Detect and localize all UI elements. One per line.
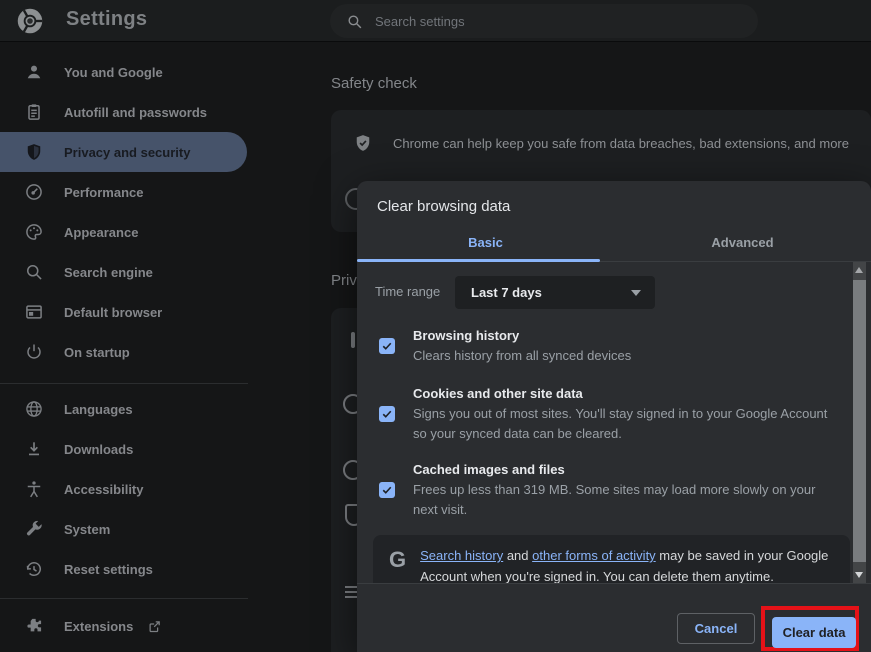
checkbox-row-cookies: Cookies and other site data Signs you ou… — [379, 384, 831, 444]
other-activity-link[interactable]: other forms of activity — [532, 548, 656, 563]
search-icon — [346, 13, 363, 30]
external-link-icon — [147, 619, 162, 634]
checkbox-row-browsing-history: Browsing history Clears history from all… — [379, 326, 831, 366]
time-range-value: Last 7 days — [471, 285, 542, 300]
sidebar-item-accessibility[interactable]: Accessibility — [0, 469, 247, 509]
scroll-up-arrow-icon[interactable] — [855, 267, 863, 273]
sidebar-item-extensions[interactable]: Extensions — [0, 606, 247, 646]
sidebar-divider — [0, 383, 248, 384]
browsing-history-checkbox[interactable] — [379, 338, 395, 354]
scroll-down-arrow-icon[interactable] — [855, 572, 863, 578]
sidebar-item-on-startup[interactable]: On startup — [0, 332, 247, 372]
chrome-settings-window: Settings You and Google Autofill and pas… — [0, 0, 871, 652]
dialog-title: Clear browsing data — [377, 198, 510, 215]
google-account-notice: G Search history and other forms of acti… — [373, 535, 850, 583]
checkbox-row-cached-images: Cached images and files Frees up less th… — [379, 460, 831, 520]
header: Settings — [0, 0, 871, 42]
dialog-footer: Cancel Clear data — [357, 583, 871, 652]
highlight-annotation: Clear data — [761, 606, 859, 651]
sidebar-item-label: Search engine — [64, 265, 153, 280]
checkbox-description: Signs you out of most sites. You'll stay… — [413, 404, 831, 444]
checkbox-description: Clears history from all synced devices — [413, 346, 831, 366]
reset-icon — [24, 559, 44, 579]
page-title: Settings — [66, 8, 147, 31]
check-icon — [381, 340, 393, 352]
sidebar-item-label: Languages — [64, 402, 133, 417]
sidebar: You and Google Autofill and passwords Pr… — [0, 42, 248, 652]
sidebar-item-label: System — [64, 522, 110, 537]
cookies-checkbox[interactable] — [379, 406, 395, 422]
notice-text: Search history and other forms of activi… — [420, 545, 836, 583]
notice-joiner: and — [503, 548, 532, 563]
safety-check-heading: Safety check — [331, 75, 417, 92]
clear-browsing-data-dialog: Clear browsing data Basic Advanced Time … — [357, 181, 871, 652]
accessibility-icon — [24, 479, 44, 499]
puzzle-icon — [24, 616, 44, 636]
time-range-row: Time range Last 7 days — [357, 276, 853, 310]
chrome-logo-icon — [16, 7, 44, 35]
sidebar-item-label: Privacy and security — [64, 145, 190, 160]
safety-check-row[interactable]: Chrome can help keep you safe from data … — [331, 122, 871, 164]
sidebar-item-system[interactable]: System — [0, 509, 247, 549]
check-icon — [381, 484, 393, 496]
sidebar-item-label: Default browser — [64, 305, 162, 320]
tab-active-underline — [357, 259, 600, 262]
sidebar-item-default-browser[interactable]: Default browser — [0, 292, 247, 332]
palette-icon — [24, 222, 44, 242]
sidebar-item-label: Extensions — [64, 619, 133, 634]
safety-check-text: Chrome can help keep you safe from data … — [393, 136, 849, 151]
download-icon — [24, 439, 44, 459]
clipboard-icon — [24, 102, 44, 122]
sidebar-item-downloads[interactable]: Downloads — [0, 429, 247, 469]
sidebar-item-label: Autofill and passwords — [64, 105, 207, 120]
sidebar-item-autofill[interactable]: Autofill and passwords — [0, 92, 247, 132]
wrench-icon — [24, 519, 44, 539]
sidebar-item-you-and-google[interactable]: You and Google — [0, 52, 247, 92]
globe-icon — [24, 399, 44, 419]
checkbox-label: Cached images and files — [413, 460, 831, 480]
cached-images-checkbox[interactable] — [379, 482, 395, 498]
dialog-tabs: Basic Advanced — [357, 228, 871, 262]
sidebar-divider — [0, 598, 248, 599]
checkbox-label: Cookies and other site data — [413, 384, 831, 404]
clear-data-button[interactable]: Clear data — [772, 617, 856, 648]
sidebar-item-label: Reset settings — [64, 562, 153, 577]
checkbox-description: Frees up less than 319 MB. Some sites ma… — [413, 480, 831, 520]
tab-basic[interactable]: Basic — [357, 228, 614, 262]
settings-search-bar — [330, 4, 758, 38]
tab-advanced[interactable]: Advanced — [614, 228, 871, 262]
search-history-link[interactable]: Search history — [420, 548, 503, 563]
sidebar-item-appearance[interactable]: Appearance — [0, 212, 247, 252]
scrollbar-thumb[interactable] — [853, 280, 866, 562]
sidebar-item-label: You and Google — [64, 65, 163, 80]
sidebar-item-languages[interactable]: Languages — [0, 389, 247, 429]
chevron-down-icon — [631, 290, 641, 296]
dialog-scrollbar[interactable] — [853, 262, 866, 583]
sidebar-item-performance[interactable]: Performance — [0, 172, 247, 212]
sidebar-item-privacy-security[interactable]: Privacy and security — [0, 132, 247, 172]
clear-browsing-data-icon — [351, 332, 355, 348]
sidebar-item-reset-settings[interactable]: Reset settings — [0, 549, 247, 589]
sidebar-item-label: Downloads — [64, 442, 133, 457]
checkbox-label: Browsing history — [413, 326, 831, 346]
speedometer-icon — [24, 182, 44, 202]
search-engine-icon — [24, 262, 44, 282]
sidebar-item-label: Accessibility — [64, 482, 144, 497]
time-range-label: Time range — [375, 284, 440, 299]
power-icon — [24, 342, 44, 362]
shield-icon — [24, 142, 44, 162]
sidebar-item-label: On startup — [64, 345, 130, 360]
search-input[interactable] — [375, 14, 705, 29]
sidebar-item-label: Performance — [64, 185, 143, 200]
time-range-select[interactable]: Last 7 days — [455, 276, 655, 309]
check-icon — [381, 408, 393, 420]
shield-check-icon — [353, 133, 373, 153]
browser-icon — [24, 302, 44, 322]
sidebar-item-search-engine[interactable]: Search engine — [0, 252, 247, 292]
cancel-button[interactable]: Cancel — [677, 613, 755, 644]
dialog-scroll-area: Time range Last 7 days Browsing history … — [357, 262, 853, 583]
google-logo: G — [389, 549, 406, 571]
person-icon — [24, 62, 44, 82]
sidebar-item-label: Appearance — [64, 225, 138, 240]
